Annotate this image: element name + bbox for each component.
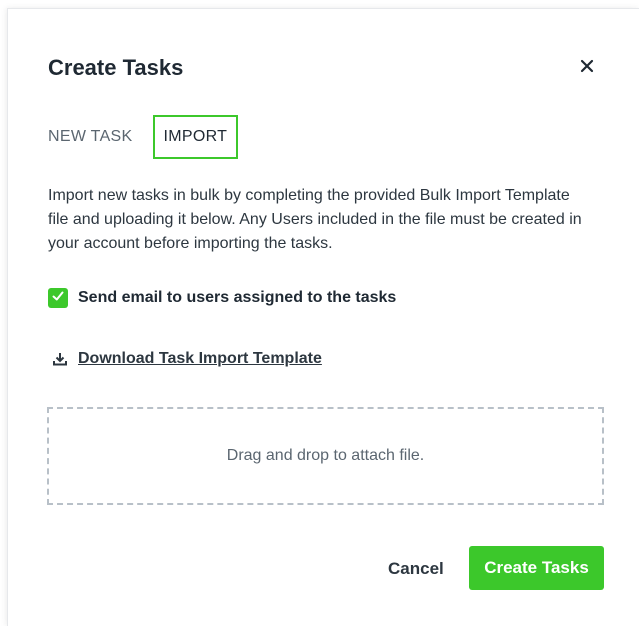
close-button[interactable] — [576, 57, 598, 79]
dropzone-text: Drag and drop to attach file. — [226, 447, 425, 464]
download-template-label[interactable]: Download Task Import Template — [78, 350, 322, 368]
create-tasks-dialog: Create Tasks NEW TASK IMPORT Import new … — [7, 8, 639, 626]
download-template-link[interactable]: Download Task Import Template — [53, 350, 322, 368]
send-email-checkbox[interactable] — [48, 288, 68, 308]
send-email-label: Send email to users assigned to the task… — [78, 289, 397, 306]
tab-bar: NEW TASK IMPORT — [48, 113, 239, 161]
checkmark-icon — [51, 289, 65, 308]
dialog-title: Create Tasks — [48, 55, 184, 80]
tab-new-task[interactable]: NEW TASK — [48, 128, 133, 146]
tab-import[interactable]: IMPORT — [152, 115, 239, 159]
send-email-option[interactable]: Send email to users assigned to the task… — [48, 288, 396, 308]
file-dropzone[interactable]: Drag and drop to attach file. — [47, 407, 604, 505]
download-icon — [53, 352, 67, 366]
close-icon — [580, 59, 594, 78]
import-description: Import new tasks in bulk by completing t… — [48, 187, 582, 252]
create-tasks-button[interactable]: Create Tasks — [469, 546, 604, 590]
cancel-button[interactable]: Cancel — [378, 547, 454, 591]
